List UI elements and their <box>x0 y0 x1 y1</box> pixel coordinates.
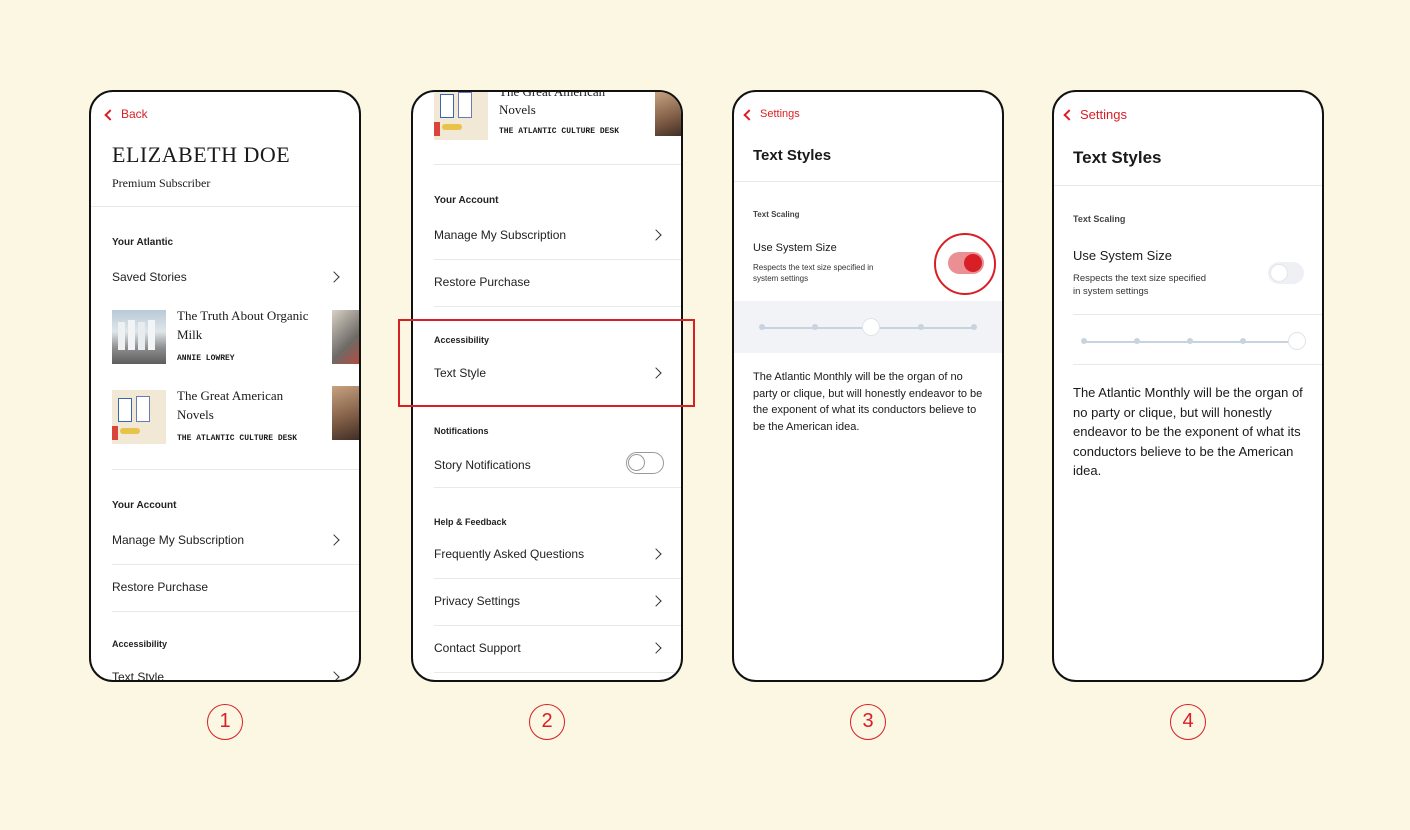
contact-support-label: Contact Support <box>434 641 521 655</box>
profile-name: ELIZABETH DOE <box>112 142 291 167</box>
back-label: Back <box>121 107 148 121</box>
faq-label: Frequently Asked Questions <box>434 547 585 561</box>
page-title: Text Styles <box>1073 148 1162 167</box>
step-number-2: 2 <box>529 704 565 740</box>
faq-row[interactable]: Frequently Asked Questions <box>434 543 674 565</box>
contact-support-row[interactable]: Contact Support <box>434 637 674 659</box>
chevron-right-icon <box>328 671 340 680</box>
story-title-line1: The Great American <box>499 90 606 99</box>
system-size-toggle[interactable] <box>948 252 984 274</box>
restore-purchase-label: Restore Purchase <box>434 275 531 289</box>
phone-screen-profile: Back ELIZABETH DOE Premium Subscriber Yo… <box>89 90 361 682</box>
system-size-desc-line1: Respects the text size specified <box>1073 273 1207 284</box>
story-thumbnail <box>112 390 166 444</box>
back-button[interactable]: Back <box>103 106 173 124</box>
story-thumbnail-partial <box>332 386 359 440</box>
chevron-left-icon <box>104 109 116 121</box>
step-number-3: 3 <box>850 704 886 740</box>
system-size-desc-line2: in system settings <box>1073 286 1149 297</box>
text-style-label: Text Style <box>112 670 165 682</box>
system-size-toggle[interactable] <box>1268 262 1304 284</box>
saved-stories-row[interactable]: Saved Stories <box>112 266 352 288</box>
story-thumbnail <box>112 310 166 364</box>
chevron-right-icon <box>650 595 662 607</box>
story-title-line2: Milk <box>177 327 203 342</box>
story-notifications-label: Story Notifications <box>434 458 531 472</box>
section-header-notifications: Notifications <box>434 426 489 436</box>
toggle-knob <box>964 254 982 272</box>
section-header-your-account: Your Account <box>112 500 177 511</box>
step-number-1: 1 <box>207 704 243 740</box>
back-label: Settings <box>760 108 800 120</box>
chevron-right-icon <box>328 271 340 283</box>
chevron-right-icon <box>650 642 662 654</box>
step-number-4: 4 <box>1170 704 1206 740</box>
toggle-knob <box>628 454 645 471</box>
slider-thumb[interactable] <box>862 318 880 336</box>
section-header-text-scaling: Text Scaling <box>1073 214 1126 224</box>
phone-screen-text-styles: Settings Text Styles Text Scaling Use Sy… <box>732 90 1004 682</box>
highlight-box <box>398 319 695 407</box>
system-size-label: Use System Size <box>1073 248 1172 263</box>
system-size-desc-line1: Respects the text size specified in <box>753 263 874 272</box>
section-header-your-atlantic: Your Atlantic <box>112 237 174 248</box>
story-thumbnail-partial <box>332 310 359 364</box>
manage-subscription-row[interactable]: Manage My Subscription <box>434 224 674 246</box>
story-title-line2: Novels <box>177 407 214 422</box>
story-title-line1: The Great American <box>177 388 284 403</box>
story-thumbnail <box>434 92 488 140</box>
system-size-label: Use System Size <box>753 242 837 254</box>
story-title-line2: Novels <box>499 102 536 117</box>
story-author: ANNIE LOWREY <box>177 354 235 363</box>
profile-tier: Premium Subscriber <box>112 176 211 190</box>
story-card[interactable]: The Great American Novels THE ATLANTIC C… <box>434 90 654 140</box>
section-header-your-account: Your Account <box>434 195 499 206</box>
privacy-settings-label: Privacy Settings <box>434 594 521 608</box>
chevron-right-icon <box>650 229 662 241</box>
sample-text: The Atlantic Monthly will be the organ o… <box>753 371 983 433</box>
phone-screen-text-styles: Settings Text Styles Text Scaling Use Sy… <box>1052 90 1324 682</box>
story-card[interactable]: The Truth About Organic Milk ANNIE LOWRE… <box>112 306 332 368</box>
story-author: THE ATLANTIC CULTURE DESK <box>177 434 298 443</box>
restore-purchase-row[interactable]: Restore Purchase <box>112 576 352 598</box>
restore-purchase-row[interactable]: Restore Purchase <box>434 271 674 293</box>
saved-stories-label: Saved Stories <box>112 270 187 284</box>
chevron-right-icon <box>328 534 340 546</box>
section-header-accessibility: Accessibility <box>112 639 168 649</box>
story-thumbnail-partial <box>655 92 681 136</box>
back-button[interactable]: Settings <box>1062 106 1162 124</box>
chevron-left-icon <box>743 109 755 121</box>
privacy-settings-row[interactable]: Privacy Settings <box>434 590 674 612</box>
story-notifications-toggle[interactable] <box>626 452 664 474</box>
sample-text: The Atlantic Monthly will be the organ o… <box>1073 385 1303 479</box>
back-label: Settings <box>1080 107 1127 122</box>
back-button[interactable]: Settings <box>742 106 842 124</box>
section-header-text-scaling: Text Scaling <box>753 210 800 219</box>
text-style-row[interactable]: Text Style <box>112 666 352 682</box>
page-title: Text Styles <box>753 147 832 164</box>
manage-subscription-label: Manage My Subscription <box>434 228 567 242</box>
text-size-slider[interactable] <box>1054 320 1322 364</box>
slider-thumb[interactable] <box>1288 332 1306 350</box>
restore-purchase-label: Restore Purchase <box>112 580 209 594</box>
story-notifications-row: Story Notifications <box>434 452 674 478</box>
manage-subscription-row[interactable]: Manage My Subscription <box>112 529 352 551</box>
chevron-left-icon <box>1063 109 1075 121</box>
chevron-right-icon <box>650 548 662 560</box>
story-card[interactable]: The Great American Novels THE ATLANTIC C… <box>112 386 332 448</box>
story-title-line1: The Truth About Organic <box>177 308 309 323</box>
text-size-slider[interactable] <box>734 301 1002 353</box>
section-header-help: Help & Feedback <box>434 517 507 527</box>
story-author: THE ATLANTIC CULTURE DESK <box>499 127 620 136</box>
system-size-desc-line2: system settings <box>753 274 809 283</box>
manage-subscription-label: Manage My Subscription <box>112 533 245 547</box>
toggle-knob <box>1270 264 1288 282</box>
